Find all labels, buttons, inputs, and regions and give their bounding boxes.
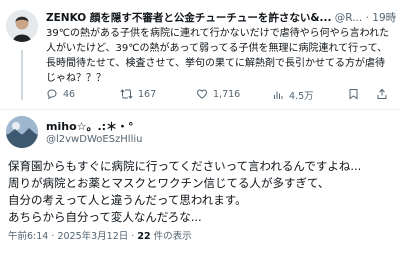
reply-button[interactable]: 46 — [46, 88, 75, 100]
post2-views-count: 22 — [137, 231, 151, 242]
repost-icon — [120, 89, 133, 99]
reply-icon — [47, 89, 57, 100]
post1-text: 39℃の熱がある子供を病院に連れて行かないだけで虐待やら何やら言われた 人がいた… — [46, 26, 394, 86]
share-icon — [377, 88, 387, 99]
bookmark-icon — [349, 89, 358, 100]
post2-handle[interactable]: @l2vwDWoESzHlliu — [46, 134, 142, 145]
post2-line: 自分の考えって人と違うんだって思われます。 — [8, 193, 247, 207]
post1-actions: 46 167 1,716 4.5万 — [46, 88, 396, 102]
share-button[interactable] — [376, 88, 388, 100]
post1-time[interactable]: 19時間 — [372, 12, 396, 24]
post2-avatar[interactable] — [6, 116, 38, 148]
post2-date[interactable]: 2025年3月12日 — [57, 231, 128, 242]
bookmark-button[interactable] — [348, 88, 359, 100]
post2-footer: 午前6:14 · 2025年3月12日 · 22 件の表示 — [8, 228, 192, 242]
like-count: 1,716 — [213, 88, 241, 100]
post1-header: ZENKO 顔を隠す不審者と公金チューチューを許さない&... @R... · … — [46, 10, 396, 26]
post2-text: 保育園からもすぐに病院に行ってくださいって言われるんですよね... 周りが病院と… — [8, 158, 396, 226]
post2-line: 周りが病院とお薬とマスクとワクチン信じてる人が多すぎて、 — [8, 176, 330, 190]
footer-separator: · — [51, 231, 55, 242]
views-count: 4.5万 — [289, 91, 314, 102]
post1-separator: · — [365, 12, 369, 24]
post1-line: じゃね？？？ — [46, 73, 106, 84]
post1-line: 人がいたけど、39℃の熱があって弱ってる子供を無理に病院連れて行って、 — [46, 43, 388, 54]
post1-handle[interactable]: @R... — [335, 12, 362, 24]
post2-line: 保育園からもすぐに病院に行ってくださいって言われるんですよね... — [8, 159, 362, 173]
avatar-portrait-icon — [6, 10, 38, 42]
post2-views-label: 件の表示 — [153, 231, 192, 242]
post2-time[interactable]: 午前6:14 — [8, 231, 48, 242]
post1-display-name[interactable]: ZENKO 顔を隠す不審者と公金チューチューを許さない&... — [46, 12, 331, 24]
thread-line — [21, 50, 23, 100]
repost-count: 167 — [138, 88, 157, 100]
post1-line: 39℃の熱がある子供を病院に連れて行かないだけで虐待やら何やら言われた — [46, 28, 390, 39]
views-button[interactable]: 4.5万 — [272, 88, 314, 102]
post2-line: あちらから自分って変人なんだろな... — [8, 210, 202, 224]
reply-count: 46 — [63, 88, 76, 100]
post1-line: 長時間待たせて、検査させて、挙句の果てに解熱剤で長引かせてる方が虐待 — [46, 58, 385, 69]
post1-avatar[interactable] — [6, 10, 38, 42]
avatar-landscape-icon — [6, 116, 38, 148]
post2-display-name[interactable]: miho☆。.:＊・° — [46, 118, 134, 134]
like-button[interactable]: 1,716 — [196, 88, 240, 100]
heart-icon — [196, 89, 208, 99]
divider — [0, 109, 400, 110]
repost-button[interactable]: 167 — [120, 88, 156, 100]
views-chart-icon — [274, 91, 283, 99]
footer-separator: · — [131, 231, 135, 242]
